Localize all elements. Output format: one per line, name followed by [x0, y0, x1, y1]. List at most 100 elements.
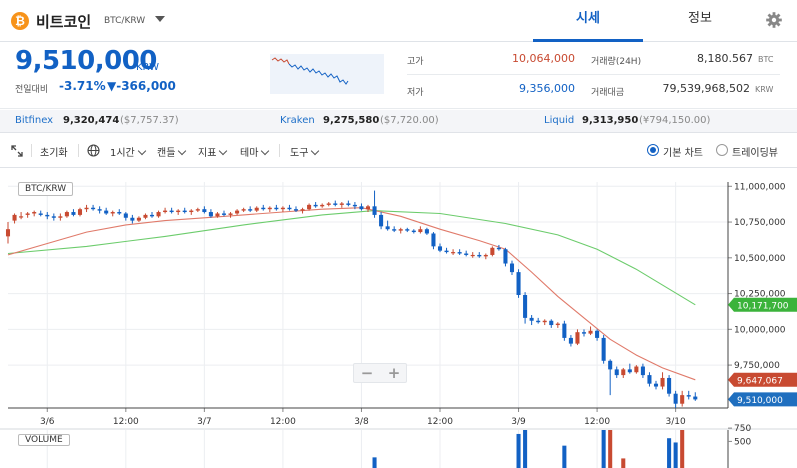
theme-label: 테마 — [240, 148, 259, 159]
candle-body — [542, 320, 547, 323]
exchange-name[interactable]: Liquid — [544, 115, 574, 126]
low-label: 저가 — [407, 88, 424, 98]
candle-body — [104, 210, 109, 214]
candle-body — [451, 252, 456, 254]
candle-body — [77, 209, 83, 215]
candle-body — [97, 209, 102, 211]
candle-body — [588, 330, 593, 334]
volume-label: 거래량(24H) — [591, 57, 642, 67]
theme-dropdown[interactable]: 테마 — [240, 144, 270, 159]
reset-button[interactable]: 초기화 — [40, 144, 68, 159]
coin-pair[interactable]: BTC/KRW — [104, 16, 145, 26]
candle-body — [483, 254, 488, 257]
volume-bar — [562, 445, 567, 468]
zoom-in-button[interactable]: + — [381, 364, 407, 382]
chevron-down-icon[interactable] — [155, 16, 165, 22]
candle-body — [418, 229, 423, 233]
price-unit: KRW — [136, 62, 159, 73]
candle-body — [84, 207, 89, 210]
candle-body — [509, 263, 515, 273]
amount-value: 79,539,968,502 — [662, 82, 750, 95]
candle-body — [235, 210, 240, 214]
zoom-controls: − + — [353, 363, 407, 383]
candle-body — [634, 366, 639, 373]
price-tag-label: 9,647,067 — [737, 376, 783, 386]
y-tick-label: 10,500,000 — [734, 254, 786, 264]
candle-body — [25, 213, 30, 215]
candle-body — [130, 217, 135, 221]
candle-body — [32, 212, 37, 214]
coin-name[interactable]: 비트코인 — [36, 11, 91, 32]
candle-body — [385, 226, 390, 230]
change-label: 전일대비 — [15, 85, 49, 95]
candle-body — [653, 383, 659, 387]
candle-body — [293, 209, 299, 211]
tab-price[interactable]: 시세 — [533, 0, 643, 42]
expand-icon[interactable] — [11, 145, 23, 157]
candle-body — [326, 203, 331, 205]
tradingview-label[interactable]: 트레이딩뷰 — [732, 144, 778, 159]
indicator-dropdown[interactable]: 지표 — [198, 144, 228, 159]
toolbar-divider — [279, 144, 280, 157]
volume-title: VOLUME — [18, 434, 70, 446]
exchange-name[interactable]: Bitfinex — [15, 115, 53, 126]
volume-bar — [673, 442, 678, 468]
interval-dropdown[interactable]: 1시간 — [110, 144, 147, 159]
candle-body — [254, 207, 259, 211]
candle-body — [686, 395, 691, 397]
basic-chart-radio[interactable] — [647, 144, 659, 156]
candle-body — [307, 204, 312, 210]
candle-body — [91, 207, 96, 210]
candle-body — [339, 203, 344, 205]
candle-body — [300, 209, 305, 211]
high-label: 고가 — [407, 57, 424, 67]
exchange-name[interactable]: Kraken — [280, 115, 315, 126]
candle-body — [575, 332, 580, 344]
candle-body — [221, 213, 227, 215]
x-tick-label: 3/6 — [40, 417, 55, 427]
candle-body — [58, 216, 63, 218]
candle-body — [189, 210, 194, 213]
exchange-price-foreign: (¥794,150.00) — [639, 115, 711, 126]
candle-body — [110, 212, 115, 214]
toolbar-divider — [31, 144, 32, 157]
candle-body — [149, 214, 155, 217]
candle-dropdown[interactable]: 캔들 — [157, 144, 187, 159]
candle-body — [477, 254, 482, 257]
bitcoin-icon: ₿ — [11, 12, 29, 30]
candle-body — [169, 210, 174, 213]
gear-icon[interactable] — [764, 10, 784, 30]
candle-body — [136, 217, 141, 221]
chart-title: BTC/KRW — [18, 182, 74, 196]
x-tick-label: 3/7 — [197, 417, 211, 427]
candle-body — [287, 207, 292, 210]
candle-body — [359, 206, 364, 210]
candle-body — [228, 213, 233, 215]
candle-body — [424, 229, 429, 234]
candlestick-chart[interactable]: 11,000,00010,750,00010,500,00010,250,000… — [0, 168, 797, 468]
tradingview-radio[interactable] — [716, 144, 728, 156]
tools-dropdown[interactable]: 도구 — [290, 144, 320, 159]
price-tag-label: 9,510,000 — [737, 396, 783, 406]
chevron-down-icon — [311, 146, 320, 156]
candle-body — [241, 209, 246, 211]
candle-body — [516, 272, 521, 295]
mini-price-chart — [270, 54, 384, 94]
exchange-price: 9,275,580 — [323, 115, 380, 126]
candle-body — [195, 209, 200, 211]
zoom-out-button[interactable]: − — [354, 364, 380, 382]
basic-chart-label[interactable]: 기본 차트 — [663, 144, 703, 159]
candle-body — [208, 212, 213, 217]
candle-body — [51, 216, 56, 218]
candle-body — [117, 212, 122, 214]
x-tick-label: 12:00 — [270, 417, 296, 427]
volume-bar — [523, 430, 528, 468]
globe-icon[interactable] — [87, 144, 100, 157]
tab-info[interactable]: 정보 — [645, 0, 755, 42]
price-summary: 9,510,000 KRW 전일대비 -3.71% ▼-366,000 고가 1… — [0, 42, 797, 109]
candle-body — [19, 216, 24, 218]
volume-y-tick-label: 750 — [734, 424, 751, 434]
x-tick-label: 3/8 — [354, 417, 369, 427]
x-tick-label: 12:00 — [584, 417, 610, 427]
candle-body — [693, 396, 698, 400]
